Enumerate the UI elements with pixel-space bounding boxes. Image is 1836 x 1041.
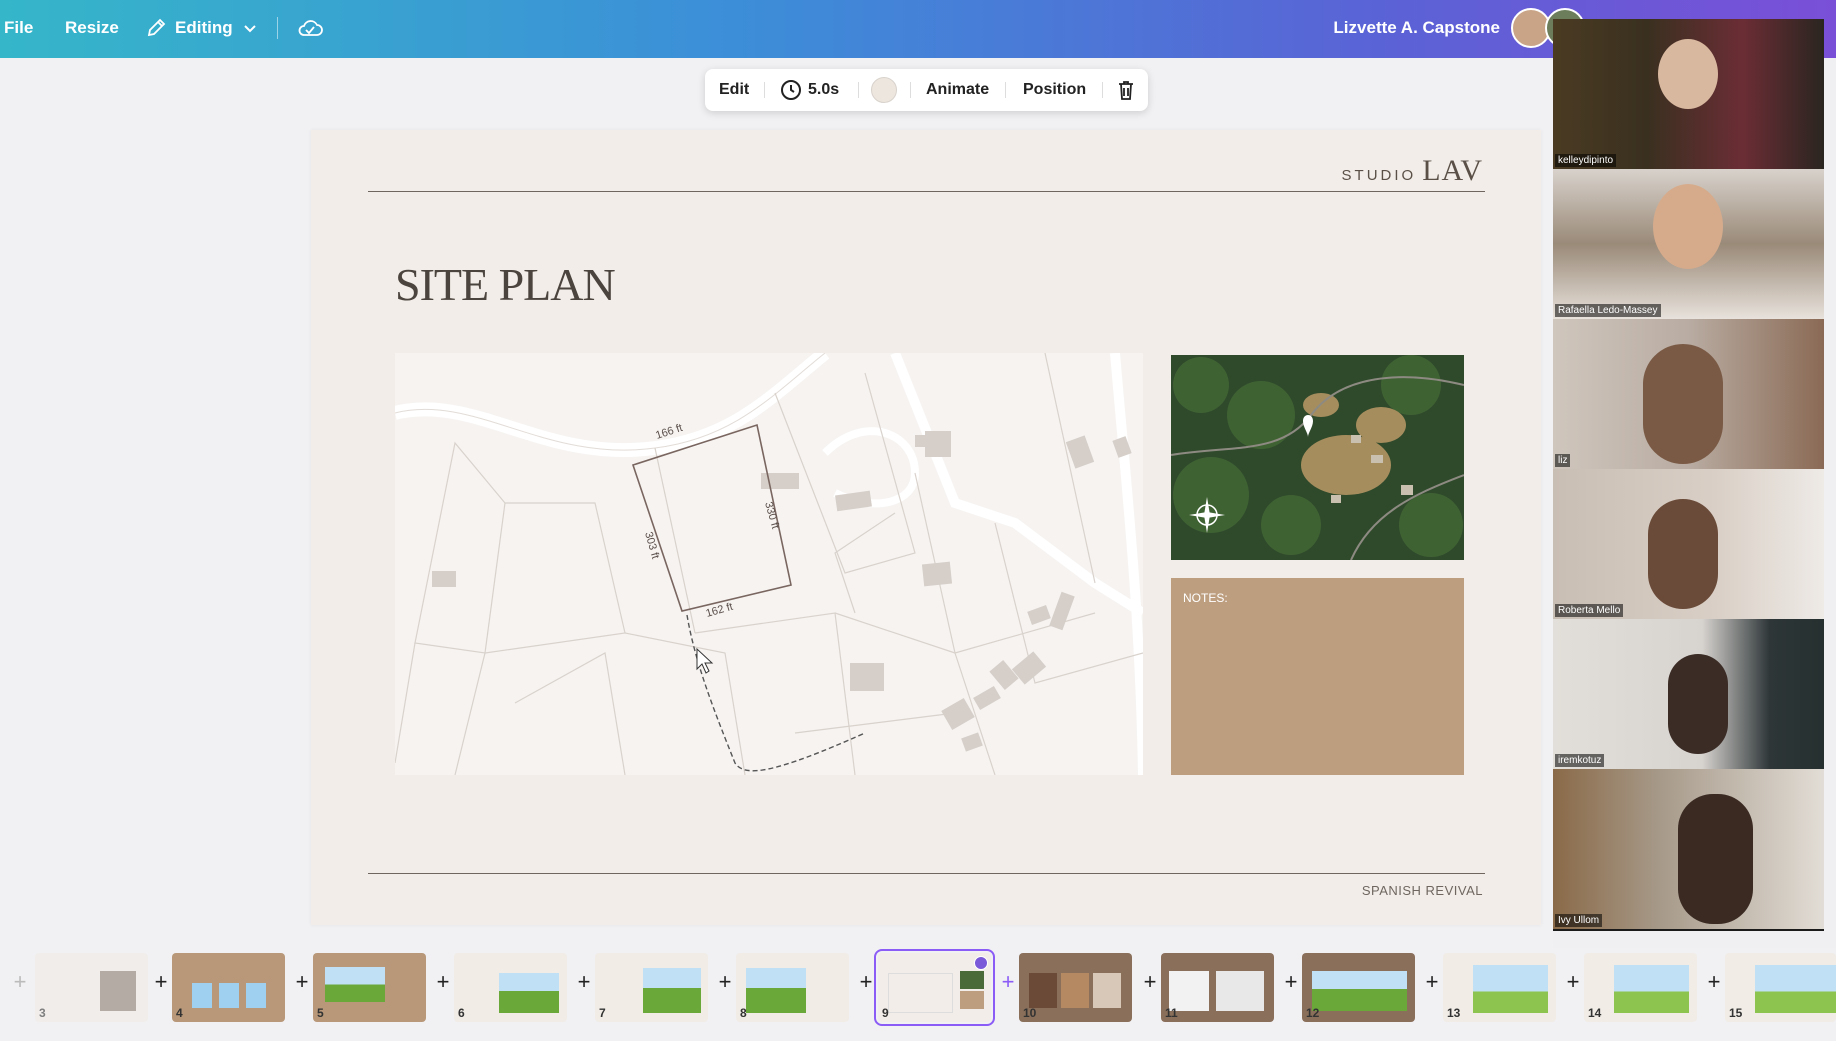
- file-menu[interactable]: File: [4, 0, 33, 55]
- footer-rule: [368, 873, 1485, 874]
- page-number: 10: [1023, 1006, 1037, 1020]
- participant-name: kelleydipinto: [1555, 154, 1617, 167]
- participant-name: Rafaella Ledo-Massey: [1555, 304, 1661, 317]
- pencil-icon: [145, 17, 167, 39]
- page-number: 13: [1447, 1006, 1461, 1020]
- person-silhouette: [1643, 344, 1723, 464]
- page-filmstrip: + 3 + 4 + 5 + 6 + 7 + 8 + 9 + 10 + 11 + …: [0, 948, 1836, 1041]
- divider: [1102, 82, 1103, 98]
- person-silhouette: [1653, 184, 1723, 269]
- page-thumbnail[interactable]: 11: [1161, 953, 1274, 1022]
- page-number: 5: [317, 1006, 324, 1020]
- header-rule: [368, 191, 1485, 192]
- page-thumbnail[interactable]: 3: [35, 953, 148, 1022]
- add-page-icon[interactable]: +: [715, 971, 735, 993]
- page-thumbnail[interactable]: 4: [172, 953, 285, 1022]
- page-thumbnail[interactable]: 12: [1302, 953, 1415, 1022]
- divider: [910, 82, 911, 98]
- person-silhouette: [1658, 39, 1718, 109]
- add-page-icon[interactable]: +: [1422, 971, 1442, 993]
- participant-name: Roberta Mello: [1555, 604, 1624, 617]
- add-page-icon[interactable]: +: [433, 971, 453, 993]
- divider: [277, 17, 278, 39]
- user-name: Lizvette A. Capstone: [1333, 17, 1500, 37]
- clock-icon: [780, 79, 802, 101]
- divider: [764, 82, 765, 98]
- person-silhouette: [1668, 654, 1728, 754]
- studio-logo: STUDIO LAV: [1342, 154, 1483, 188]
- page-thumbnail[interactable]: 13: [1443, 953, 1556, 1022]
- logo-text-small: STUDIO: [1341, 167, 1417, 184]
- add-page-icon[interactable]: +: [1704, 971, 1724, 993]
- resize-button[interactable]: Resize: [65, 0, 119, 55]
- aerial-photo[interactable]: [1171, 355, 1464, 560]
- add-page-icon[interactable]: +: [10, 971, 30, 993]
- editing-mode-dropdown[interactable]: Editing: [145, 0, 257, 55]
- page-number: 8: [740, 1006, 747, 1020]
- slide-canvas[interactable]: STUDIO LAV SITE PLAN 166 ft 330 ft 303 f…: [311, 130, 1541, 925]
- element-toolbar: Edit 5.0s Animate Position: [705, 69, 1148, 111]
- page-thumbnail[interactable]: 7: [595, 953, 708, 1022]
- add-page-icon[interactable]: +: [292, 971, 312, 993]
- color-swatch: [871, 77, 897, 103]
- color-swatch-button[interactable]: [871, 69, 897, 111]
- slide-title[interactable]: SITE PLAN: [395, 258, 616, 311]
- page-thumbnail[interactable]: 8: [736, 953, 849, 1022]
- page-thumbnail[interactable]: 6: [454, 953, 567, 1022]
- add-page-icon[interactable]: +: [574, 971, 594, 993]
- logo-text-large: LAV: [1422, 154, 1483, 187]
- participant-tile[interactable]: liz: [1553, 319, 1824, 469]
- page-thumbnail[interactable]: 5: [313, 953, 426, 1022]
- video-call-panel: kelleydipinto Rafaella Ledo-Massey liz R…: [1553, 19, 1824, 931]
- duration-value: 5.0s: [808, 81, 840, 98]
- editing-label: Editing: [175, 17, 233, 37]
- notes-label: NOTES:: [1183, 591, 1228, 605]
- add-page-icon[interactable]: +: [1140, 971, 1160, 993]
- page-number: 3: [39, 1006, 46, 1020]
- page-number: 4: [176, 1006, 183, 1020]
- add-page-icon[interactable]: +: [1563, 971, 1583, 993]
- page-number: 14: [1588, 1006, 1602, 1020]
- page-number: 12: [1306, 1006, 1320, 1020]
- position-button[interactable]: Position: [1023, 69, 1086, 111]
- slide-footer: SPANISH REVIVAL: [1361, 883, 1483, 898]
- duration-button[interactable]: 5.0s: [780, 69, 839, 111]
- participant-tile[interactable]: kelleydipinto: [1553, 19, 1824, 169]
- add-page-icon[interactable]: +: [151, 971, 171, 993]
- participant-name: liz: [1555, 454, 1571, 467]
- participant-tile[interactable]: Rafaella Ledo-Massey: [1553, 169, 1824, 319]
- divider: [858, 82, 859, 98]
- person-silhouette: [1648, 499, 1718, 609]
- divider: [1005, 82, 1006, 98]
- person-silhouette: [1678, 794, 1753, 924]
- page-thumbnail[interactable]: 14: [1584, 953, 1697, 1022]
- page-thumbnail[interactable]: 10: [1019, 953, 1132, 1022]
- notes-box[interactable]: NOTES:: [1171, 578, 1464, 775]
- chevron-down-icon: [243, 21, 257, 35]
- add-page-icon[interactable]: +: [998, 971, 1018, 993]
- edit-button[interactable]: Edit: [719, 69, 749, 111]
- trash-icon[interactable]: [1116, 69, 1136, 111]
- cloud-save-icon[interactable]: [297, 0, 323, 55]
- add-page-icon[interactable]: +: [1281, 971, 1301, 993]
- page-thumbnail-active[interactable]: 9: [874, 949, 995, 1026]
- participant-name: Ivy Ullom: [1555, 914, 1603, 927]
- add-page-icon[interactable]: +: [856, 971, 876, 993]
- page-number: 9: [882, 1006, 889, 1020]
- site-plan-map[interactable]: 166 ft 330 ft 303 ft 162 ft: [395, 353, 1143, 775]
- page-number: 11: [1165, 1006, 1178, 1020]
- participant-name: iremkotuz: [1555, 754, 1605, 767]
- animate-button[interactable]: Animate: [926, 69, 989, 111]
- participant-tile[interactable]: iremkotuz: [1553, 619, 1824, 769]
- participant-tile[interactable]: Roberta Mello: [1553, 469, 1824, 619]
- page-number: 15: [1729, 1006, 1743, 1020]
- page-number: 6: [458, 1006, 465, 1020]
- participant-tile[interactable]: Ivy Ullom: [1553, 769, 1824, 929]
- page-thumbnail[interactable]: 15: [1725, 953, 1836, 1022]
- page-number: 7: [599, 1006, 606, 1020]
